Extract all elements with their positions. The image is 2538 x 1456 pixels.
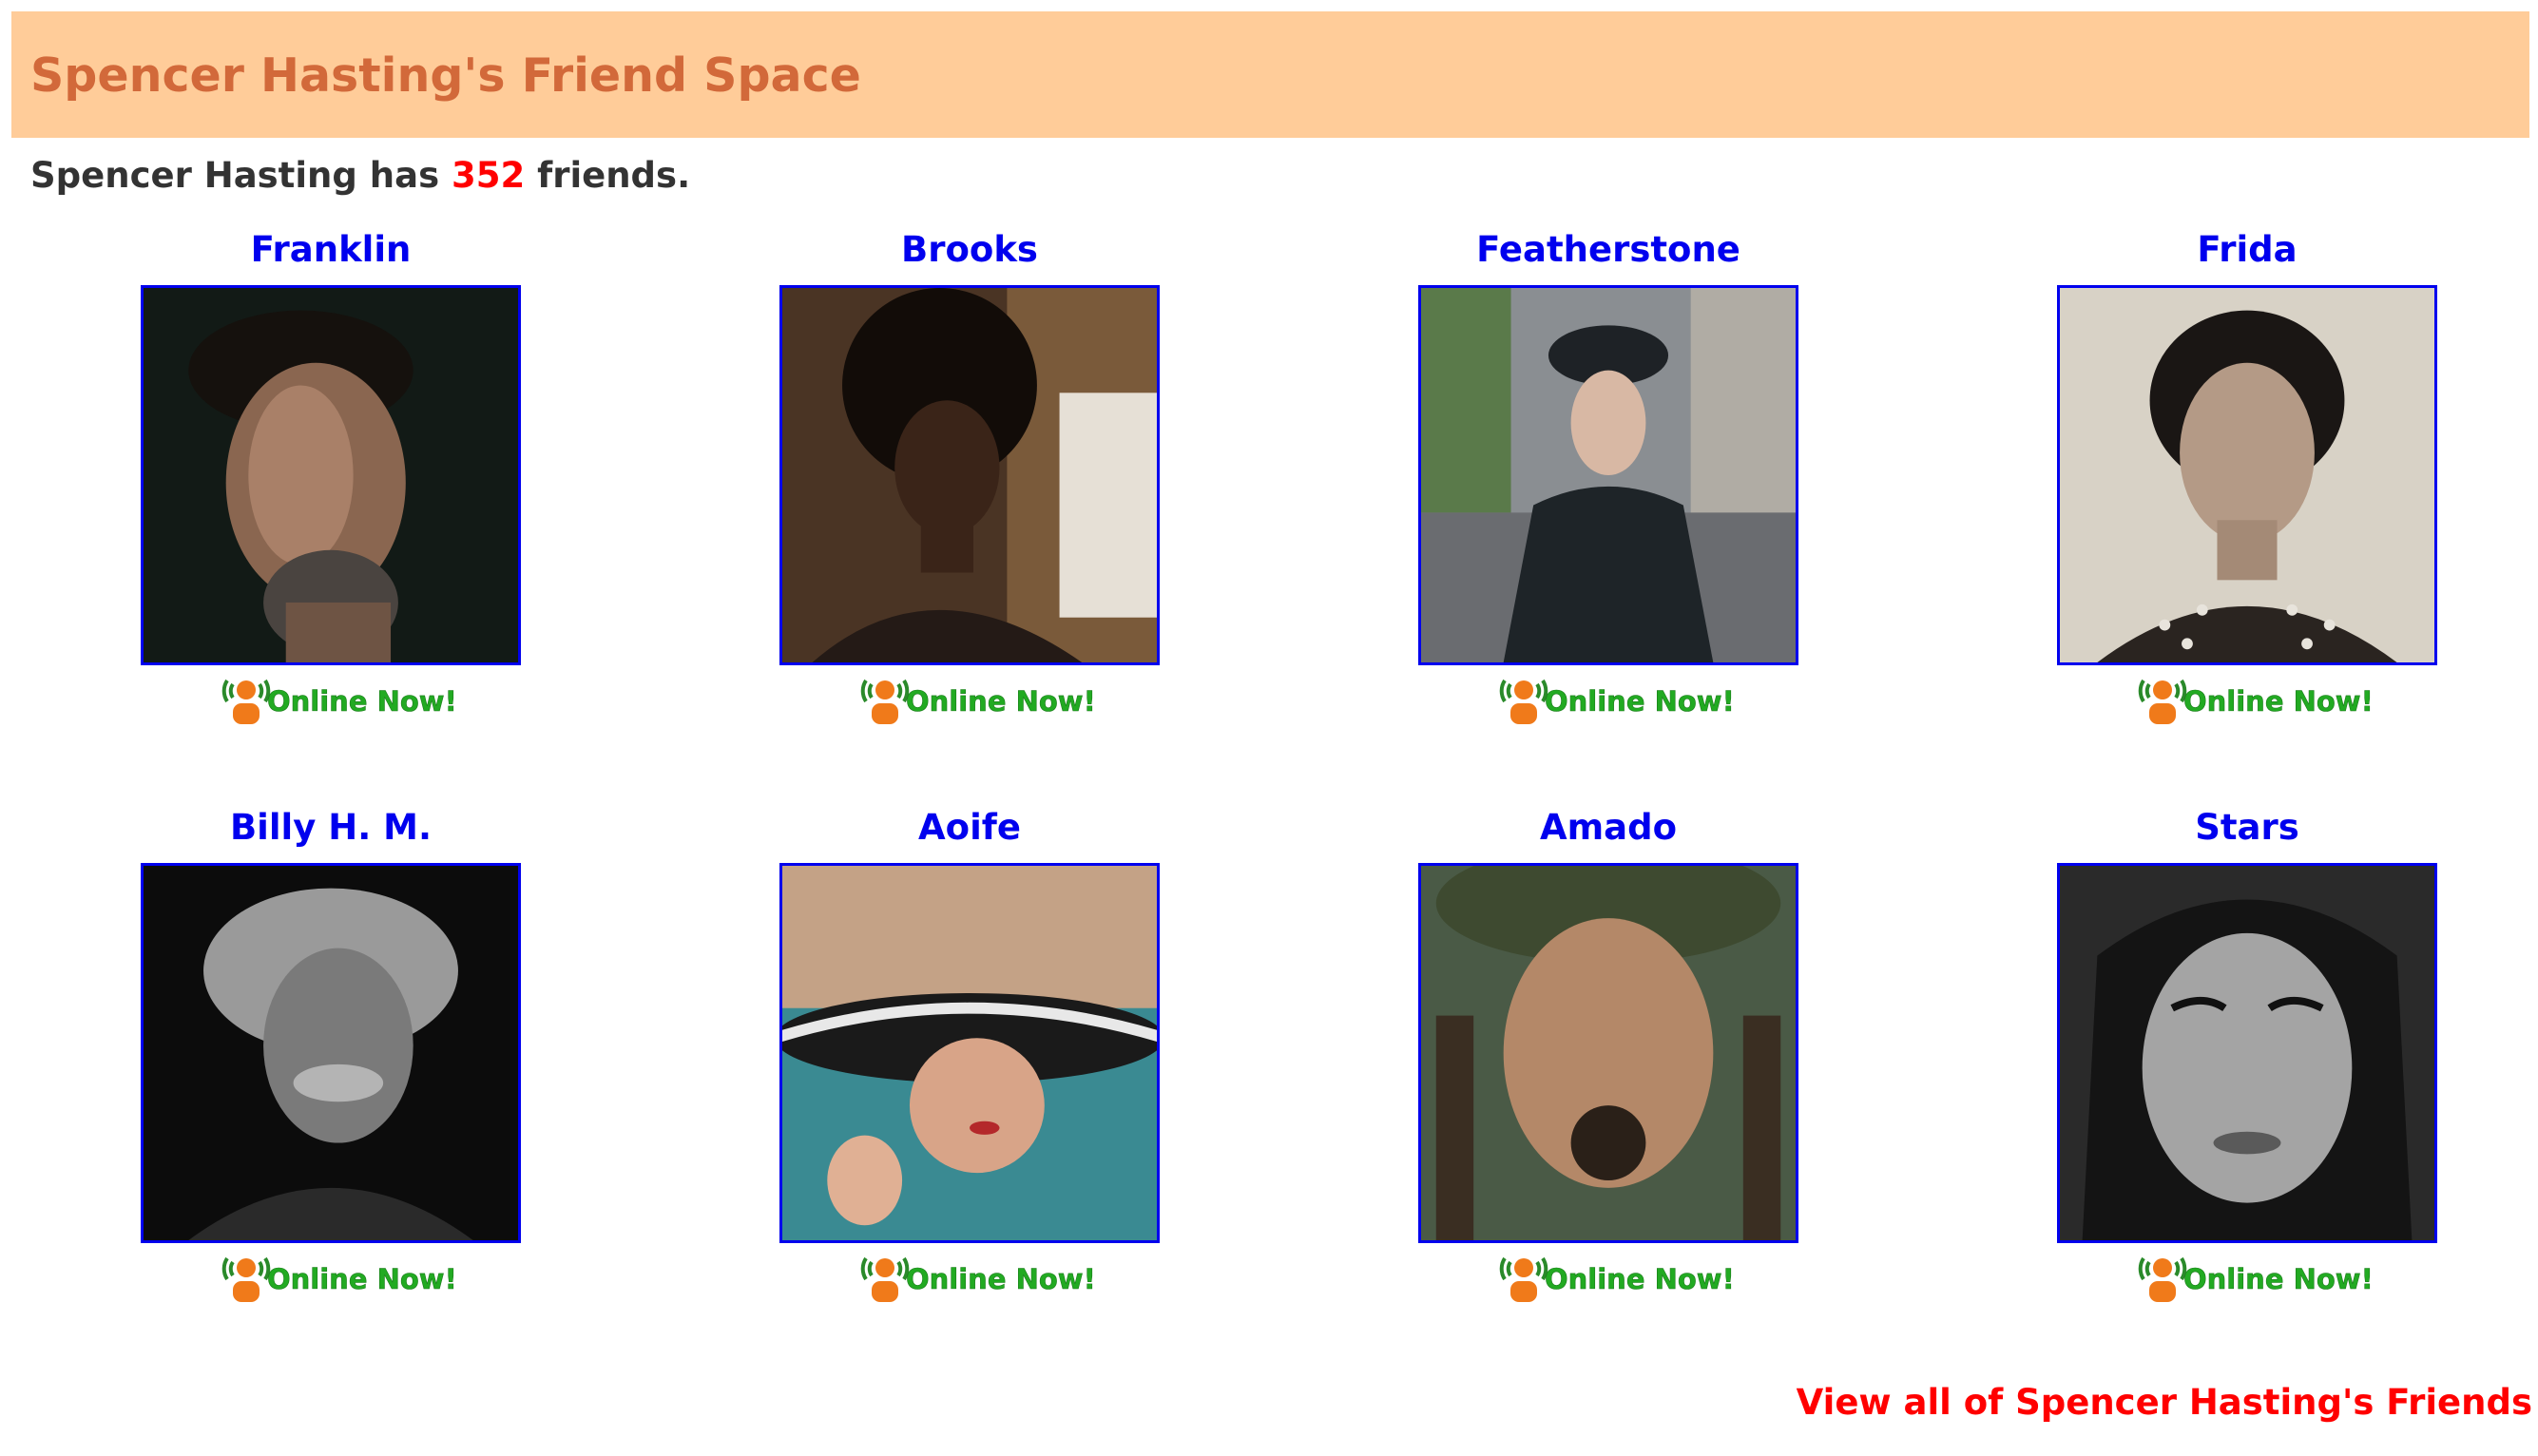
friend-name-link[interactable]: Featherstone [1289,226,1928,274]
friend-photo[interactable] [1418,863,1798,1243]
friend-name-link[interactable]: Aoife [650,804,1289,852]
online-status: Online Now! [858,671,1096,726]
online-person-icon [1499,1256,1548,1302]
online-now-label: Online Now! [2183,1263,2374,1296]
view-all-friends-link[interactable]: View all of Spencer Hasting's Friends [1797,1379,2532,1427]
friend-card: Aoife Online Now! [650,804,1289,1302]
online-status: Online Now! [1497,1249,1735,1304]
friend-photo[interactable] [2057,285,2437,665]
friend-photo[interactable] [141,285,521,665]
friend-card: Franklin Online Now! [11,226,650,724]
friend-photo[interactable] [779,285,1160,665]
friend-photo[interactable] [779,863,1160,1243]
friend-card: Brooks Online Now! [650,226,1289,724]
online-now-label: Online Now! [1545,685,1735,718]
friend-card: Frida Online Now! [1928,226,2538,724]
friend-photo[interactable] [141,863,521,1243]
friend-name-link[interactable]: Billy H. M. [11,804,650,852]
friend-name-link[interactable]: Brooks [650,226,1289,274]
friend-photo[interactable] [1418,285,1798,665]
online-person-icon [860,679,910,724]
online-now-label: Online Now! [1545,1263,1735,1296]
online-status: Online Now! [220,1249,457,1304]
online-status: Online Now! [2136,1249,2374,1304]
page-title: Spencer Hasting's Friend Space [30,48,861,103]
friend-count-line: Spencer Hasting has 352 friends. [30,152,690,200]
online-status: Online Now! [1497,671,1735,726]
friend-name-link[interactable]: Stars [1928,804,2538,852]
online-now-label: Online Now! [906,1263,1096,1296]
friend-card: Billy H. M. Online Now! [11,804,650,1302]
online-now-label: Online Now! [267,685,457,718]
friend-name-link[interactable]: Franklin [11,226,650,274]
online-now-label: Online Now! [267,1263,457,1296]
friend-photo[interactable] [2057,863,2437,1243]
friend-count: 352 [451,155,526,196]
online-person-icon [2138,679,2187,724]
online-person-icon [2138,1256,2187,1302]
online-person-icon [1499,679,1548,724]
online-now-label: Online Now! [2183,685,2374,718]
online-person-icon [860,1256,910,1302]
friend-card: Stars Online Now! [1928,804,2538,1302]
friend-card: Amado Online Now! [1289,804,1928,1302]
friend-name-link[interactable]: Frida [1928,226,2538,274]
online-person-icon [221,1256,271,1302]
online-person-icon [221,679,271,724]
friend-card: Featherstone Online Now! [1289,226,1928,724]
friend-name-link[interactable]: Amado [1289,804,1928,852]
online-now-label: Online Now! [906,685,1096,718]
online-status: Online Now! [2136,671,2374,726]
friend-count-suffix: friends. [525,155,691,196]
friend-count-prefix: Spencer Hasting has [30,155,452,196]
page-header: Spencer Hasting's Friend Space [11,11,2529,138]
online-status: Online Now! [220,671,457,726]
online-status: Online Now! [858,1249,1096,1304]
